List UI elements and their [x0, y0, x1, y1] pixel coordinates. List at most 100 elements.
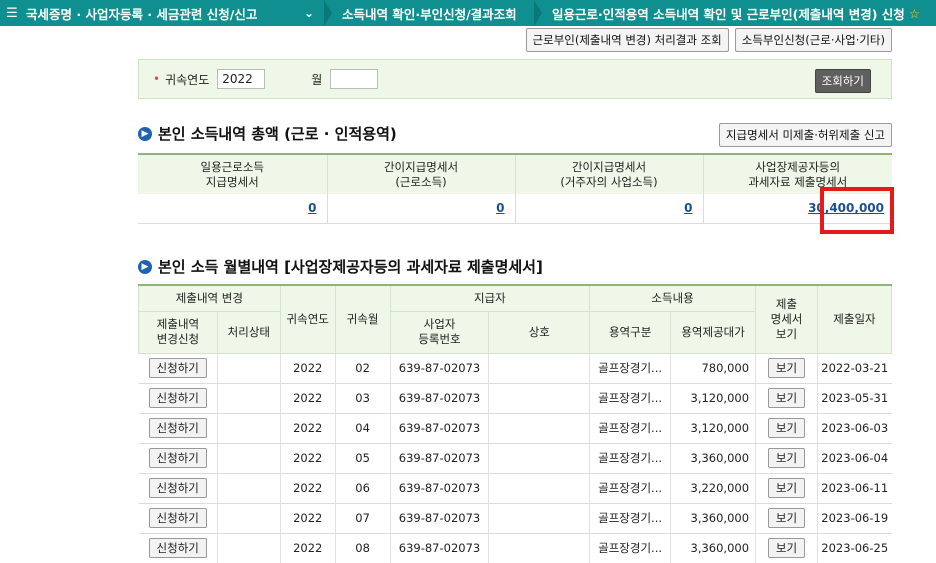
change-request-button[interactable]: 신청하기	[148, 478, 207, 498]
year-cell: 2022	[280, 503, 336, 534]
month-cell: 05	[335, 443, 391, 474]
view-statement-button[interactable]: 보기	[767, 418, 806, 438]
year-cell: 2022	[280, 533, 336, 563]
breadcrumb-item-income-check[interactable]: 소득내역 확인·부인신청/결과조회	[338, 0, 534, 26]
page-title: 일용근로·인적용역 소득내역 확인 및 근로부인(제출내역 변경) 신청	[552, 6, 905, 22]
query-button[interactable]: 조회하기	[814, 69, 871, 93]
chevron-down-icon[interactable]: ⌄	[304, 6, 314, 20]
month-select[interactable]	[330, 69, 379, 89]
biz-no-cell: 639-87-02073	[390, 443, 490, 474]
view-statement-button[interactable]: 보기	[767, 358, 806, 378]
search-panel: • 귀속연도 2022 월 조회하기	[138, 59, 892, 99]
change-request-button[interactable]: 신청하기	[148, 358, 207, 378]
company-cell	[488, 473, 591, 504]
change-request-button[interactable]: 신청하기	[148, 448, 207, 468]
table-row: 신청하기 2022 08 639-87-02073 골프장경기... 3,360,000 보…	[138, 533, 892, 563]
change-request-button[interactable]: 신청하기	[148, 388, 207, 408]
table-row: 신청하기 2022 05 639-87-02073 골프장경기... 3,360,000 보…	[138, 443, 892, 474]
header-simple-statement-wage: 간이지급명세서 (근로소득)	[327, 153, 516, 194]
submit-date-cell: 2023-06-03	[817, 413, 892, 444]
biz-no-cell: 639-87-02073	[390, 503, 490, 534]
view-cell: 보기	[755, 503, 818, 534]
view-statement-button[interactable]: 보기	[767, 388, 806, 408]
service-type-cell: 골프장경기...	[589, 533, 672, 563]
monthly-title-text: 본인 소득 월별내역 [사업장제공자등의 과세자료 제출명세서]	[158, 258, 543, 276]
service-amount-cell: 3,220,000	[670, 473, 757, 504]
menu-icon[interactable]: ☰	[0, 6, 24, 21]
daily-wage-total-link[interactable]: 0	[308, 201, 316, 215]
submit-date-cell: 2023-06-25	[817, 533, 892, 563]
breadcrumb: ☰ 국세증명 · 사업자등록 · 세금관련 신청/신고 ⌄ 소득내역 확인·부인…	[0, 0, 936, 26]
view-cell: 보기	[755, 473, 818, 504]
biz-no-cell: 639-87-02073	[390, 473, 490, 504]
header-daily-wage: 일용근로소득 지급명세서	[138, 153, 328, 194]
request-cell: 신청하기	[138, 473, 218, 504]
service-amount-cell: 3,120,000	[670, 413, 757, 444]
header-biz-no: 사업자 등록번호	[389, 310, 490, 354]
summary-header-row: 일용근로소득 지급명세서 간이지급명세서 (근로소득) 간이지급명세서 (거주자의 사…	[138, 153, 892, 194]
view-cell: 보기	[755, 413, 818, 444]
required-bullet-icon: •	[153, 72, 161, 86]
breadcrumb-label: 소득내역 확인·부인신청/결과조회	[342, 6, 517, 22]
biz-no-cell: 639-87-02073	[390, 383, 490, 414]
breadcrumb-item-tax-certificates[interactable]: 국세증명 · 사업자등록 · 세금관련 신청/신고 ⌄	[24, 0, 324, 26]
header-view: 제출 명세서 보기	[755, 284, 818, 354]
view-statement-button[interactable]: 보기	[767, 508, 806, 528]
change-request-button[interactable]: 신청하기	[148, 508, 207, 528]
view-statement-button[interactable]: 보기	[767, 478, 806, 498]
favorite-star-icon[interactable]: ☆	[909, 6, 920, 21]
summary-cell: 0	[515, 194, 704, 224]
company-cell	[488, 383, 591, 414]
table-row: 신청하기 2022 02 639-87-02073 골프장경기... 780,000 보기 2…	[138, 353, 892, 384]
view-cell: 보기	[755, 533, 818, 563]
header-change-group: 제출내역 변경	[138, 284, 281, 312]
table-row: 신청하기 2022 04 639-87-02073 골프장경기... 3,120,000 보…	[138, 413, 892, 444]
summary-value-row: 0 0 0 30,400,000	[138, 194, 892, 224]
header-simple-statement-business: 간이지급명세서 (거주자의 사업소득)	[515, 153, 704, 194]
breadcrumb-separator	[534, 0, 548, 26]
header-status: 처리상태	[216, 310, 281, 354]
change-request-button[interactable]: 신청하기	[148, 418, 207, 438]
service-type-cell: 골프장경기...	[589, 473, 672, 504]
header-change-request: 제출내역 변경신청	[138, 310, 218, 354]
service-type-cell: 골프장경기...	[589, 503, 672, 534]
header-submit-date: 제출일자	[816, 284, 893, 354]
unsubmitted-report-button[interactable]: 지급명세서 미제출·허위제출 신고	[718, 123, 892, 147]
header-year: 귀속연도	[279, 284, 336, 354]
view-cell: 보기	[755, 353, 818, 384]
biz-no-cell: 639-87-02073	[390, 413, 490, 444]
section-bullet-icon: ▶	[138, 126, 152, 141]
top-button-group: 근로부인(제출내역 변경) 처리결과 조회 소득부인신청(근로·사업·기타)	[525, 28, 892, 52]
header-service-amount: 용역제공대가	[670, 310, 757, 354]
simple-business-total-link[interactable]: 0	[684, 201, 692, 215]
change-request-button[interactable]: 신청하기	[148, 538, 207, 558]
year-cell: 2022	[280, 353, 336, 384]
service-amount-cell: 780,000	[670, 353, 757, 384]
request-cell: 신청하기	[138, 413, 218, 444]
service-amount-cell: 3,360,000	[670, 533, 757, 563]
breadcrumb-label: 국세증명 · 사업자등록 · 세금관련 신청/신고	[26, 6, 258, 22]
company-cell	[488, 503, 591, 534]
summary-cell: 0	[138, 194, 328, 224]
view-statement-button[interactable]: 보기	[767, 448, 806, 468]
table-row: 신청하기 2022 03 639-87-02073 골프장경기... 3,120,000 보…	[138, 383, 892, 414]
income-deny-request-button[interactable]: 소득부인신청(근로·사업·기타)	[734, 28, 892, 52]
status-cell	[217, 443, 281, 474]
breadcrumb-separator	[324, 0, 338, 26]
header-income-group: 소득내용	[589, 284, 757, 312]
view-statement-button[interactable]: 보기	[767, 538, 806, 558]
request-cell: 신청하기	[138, 443, 218, 474]
simple-wage-total-link[interactable]: 0	[496, 201, 504, 215]
result-query-button[interactable]: 근로부인(제출내역 변경) 처리결과 조회	[525, 28, 729, 52]
header-payer-group: 지급자	[389, 284, 591, 312]
header-service-type: 용역구분	[589, 310, 672, 354]
month-cell: 07	[335, 503, 391, 534]
service-amount-cell: 3,360,000	[670, 503, 757, 534]
year-cell: 2022	[280, 473, 336, 504]
status-cell	[217, 413, 281, 444]
company-cell	[488, 353, 591, 384]
year-label: 귀속연도	[165, 72, 210, 87]
year-select[interactable]: 2022	[217, 69, 266, 89]
view-cell: 보기	[755, 383, 818, 414]
month-cell: 02	[335, 353, 391, 384]
